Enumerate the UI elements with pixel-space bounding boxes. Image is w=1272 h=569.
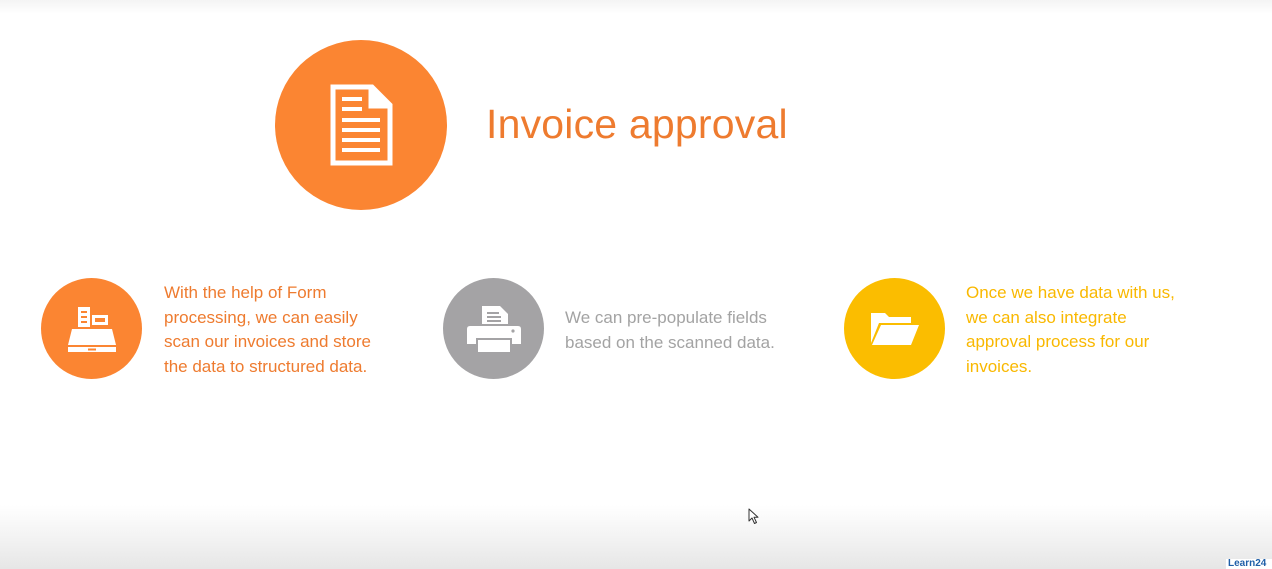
step-1-line: the data to structured data. [164, 356, 368, 376]
step-2-circle [443, 278, 544, 379]
step-2-line: based on the scanned data. [565, 332, 775, 352]
step-1-circle [41, 278, 142, 379]
watermark-logo: Learn24 [1226, 559, 1272, 569]
document-icon [330, 84, 393, 166]
folder-open-icon [870, 312, 919, 345]
slide-title: Invoice approval [486, 101, 788, 147]
step-2-line: We can pre-populate fields [565, 308, 767, 327]
step-1-line: scan our invoices and store [164, 332, 371, 351]
step-3-line: we can also integrate [966, 307, 1127, 327]
step-3-text: Once we have data with us, we can also i… [966, 281, 1175, 379]
step-1-line: processing, we can easily [164, 307, 358, 327]
step-3-line: approval process for our [966, 332, 1150, 351]
mouse-pointer-icon [748, 508, 759, 524]
step-1-text: With the help of Form processing, we can… [164, 281, 371, 379]
printer-icon [466, 305, 521, 352]
step-3-circle [844, 278, 945, 379]
step-2-text: We can pre-populate fields based on the … [565, 306, 775, 355]
cash-register-icon [67, 306, 116, 352]
step-1-line: With the help of Form [164, 283, 327, 302]
hero-circle [275, 40, 447, 210]
slide: Invoice approval With the help of Form p… [0, 0, 1272, 569]
step-3-line: invoices. [966, 356, 1033, 376]
step-3-line: Once we have data with us, [966, 283, 1175, 302]
